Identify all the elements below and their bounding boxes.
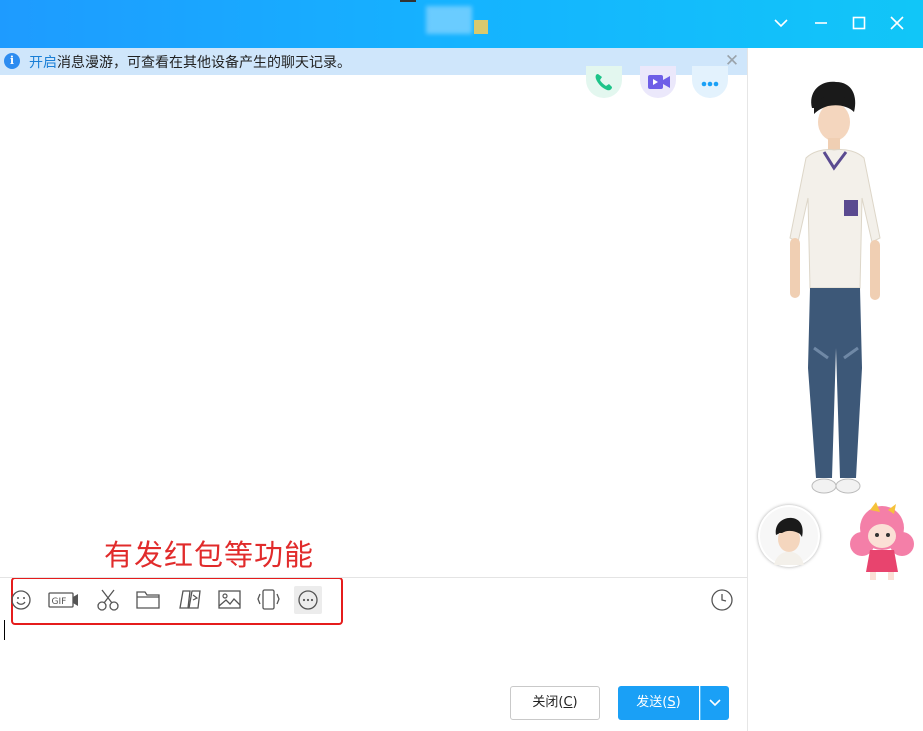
input-divider (0, 577, 747, 578)
screen-record-icon (179, 590, 201, 609)
more-options-button[interactable] (294, 586, 322, 614)
folder-icon (136, 591, 160, 609)
video-call-icon (648, 75, 670, 89)
clock-icon (711, 589, 733, 611)
chevron-down-icon (709, 699, 721, 707)
chat-window: i 开启消息漫游，可查看在其他设备产生的聊天记录。 ✕ 有发红包等功能 GIF … (0, 0, 923, 731)
banner-message: 消息漫游，可查看在其他设备产生的聊天记录。 (57, 55, 351, 71)
send-image-button[interactable] (216, 586, 244, 614)
emoji-button[interactable] (8, 586, 36, 614)
minimize-icon[interactable] (808, 10, 834, 36)
more-icon (701, 81, 719, 87)
close-icon[interactable] (884, 10, 910, 36)
contact-name-blurred (400, 0, 492, 36)
gif-label: GIF (52, 597, 67, 607)
avatar-show-panel (747, 48, 923, 731)
emoji-icon (11, 590, 31, 610)
gif-icon: GIF (48, 592, 78, 608)
screenshot-scissors-icon (97, 589, 119, 611)
chevron-down-icon[interactable] (768, 10, 794, 36)
image-icon (218, 590, 241, 609)
message-history-button[interactable] (708, 586, 736, 614)
annotation-label: 有发红包等功能 (104, 538, 315, 572)
enable-roaming-link[interactable]: 开启 (29, 55, 57, 71)
message-input-caret[interactable] (4, 620, 5, 640)
more-actions-button[interactable] (692, 66, 728, 98)
send-file-button[interactable] (135, 586, 163, 614)
shake-window-button[interactable] (255, 586, 283, 614)
screenshot-button[interactable] (94, 586, 122, 614)
close-button[interactable]: 关闭(C) (510, 686, 600, 720)
cartoon-pet-image (850, 502, 914, 580)
roaming-banner: i 开启消息漫游，可查看在其他设备产生的聊天记录。 ✕ (0, 48, 747, 75)
video-call-button[interactable] (640, 66, 676, 98)
avatar[interactable] (758, 505, 820, 567)
voice-call-icon (595, 74, 612, 91)
send-button[interactable]: 发送(S) (618, 686, 699, 720)
voice-call-button[interactable] (586, 66, 622, 98)
shake-window-icon (257, 589, 280, 610)
screen-record-button[interactable] (176, 586, 204, 614)
gif-button[interactable]: GIF (48, 586, 80, 614)
send-options-button[interactable] (700, 686, 729, 720)
banner-text: 开启消息漫游，可查看在其他设备产生的聊天记录。 (29, 52, 351, 72)
maximize-icon[interactable] (846, 10, 872, 36)
info-icon: i (4, 53, 20, 69)
title-bar[interactable] (0, 0, 923, 48)
more-options-icon (298, 590, 318, 610)
